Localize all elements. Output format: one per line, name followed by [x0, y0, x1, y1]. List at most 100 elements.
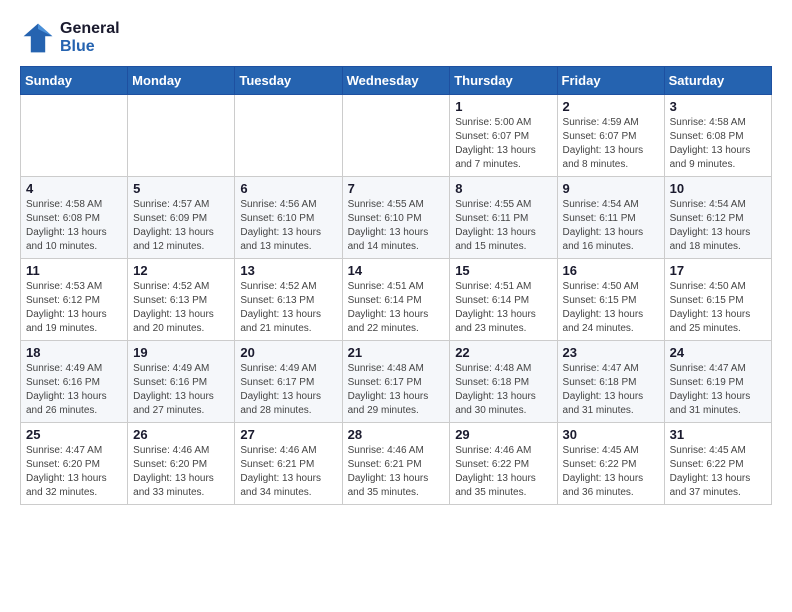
calendar-day-cell: 29 Sunrise: 4:46 AM Sunset: 6:22 PM Dayli…	[450, 423, 557, 505]
day-info: Sunrise: 4:46 AM Sunset: 6:21 PM Dayligh…	[240, 444, 336, 500]
calendar-day-cell: 19 Sunrise: 4:49 AM Sunset: 6:16 PM Dayli…	[128, 341, 235, 423]
calendar-day-cell: 5Sunrise: 4:57 AM Sunset: 6:09 PM Daylig…	[128, 177, 235, 259]
day-info: Sunrise: 4:47 AM Sunset: 6:19 PM Dayligh…	[670, 362, 766, 418]
day-info: Sunrise: 4:52 AM Sunset: 6:13 PM Dayligh…	[133, 280, 229, 336]
calendar-day-cell: 26 Sunrise: 4:46 AM Sunset: 6:20 PM Dayli…	[128, 423, 235, 505]
day-number: 9	[563, 181, 659, 196]
day-info: Sunrise: 4:46 AM Sunset: 6:20 PM Dayligh…	[133, 444, 229, 500]
weekday-header-row: SundayMondayTuesdayWednesdayThursdayFrid…	[21, 67, 772, 95]
day-info: Sunrise: 4:48 AM Sunset: 6:18 PM Dayligh…	[455, 362, 551, 418]
logo: General Blue	[20, 20, 120, 56]
day-info: Sunrise: 4:46 AM Sunset: 6:22 PM Dayligh…	[455, 444, 551, 500]
weekday-header: Sunday	[21, 67, 128, 95]
day-number: 29	[455, 427, 551, 442]
day-number: 19	[133, 345, 229, 360]
day-info: Sunrise: 4:49 AM Sunset: 6:16 PM Dayligh…	[133, 362, 229, 418]
calendar-day-cell: 9 Sunrise: 4:54 AM Sunset: 6:11 PM Daylig…	[557, 177, 664, 259]
day-number: 4	[26, 181, 122, 196]
day-info: Sunrise: 4:49 AM Sunset: 6:17 PM Dayligh…	[240, 362, 336, 418]
calendar-week-row: 4 Sunrise: 4:58 AM Sunset: 6:08 PM Daylig…	[21, 177, 772, 259]
calendar-day-cell: 16Sunrise: 4:50 AM Sunset: 6:15 PM Dayli…	[557, 259, 664, 341]
weekday-header: Thursday	[450, 67, 557, 95]
day-number: 21	[348, 345, 445, 360]
calendar-day-cell: 27 Sunrise: 4:46 AM Sunset: 6:21 PM Dayli…	[235, 423, 342, 505]
calendar-day-cell	[128, 95, 235, 177]
day-info: Sunrise: 4:55 AM Sunset: 6:10 PM Dayligh…	[348, 198, 445, 254]
day-info: Sunrise: 4:45 AM Sunset: 6:22 PM Dayligh…	[670, 444, 766, 500]
calendar-day-cell: 17 Sunrise: 4:50 AM Sunset: 6:15 PM Dayli…	[664, 259, 771, 341]
calendar-day-cell: 4 Sunrise: 4:58 AM Sunset: 6:08 PM Daylig…	[21, 177, 128, 259]
day-number: 24	[670, 345, 766, 360]
day-info: Sunrise: 4:48 AM Sunset: 6:17 PM Dayligh…	[348, 362, 445, 418]
day-number: 17	[670, 263, 766, 278]
day-number: 13	[240, 263, 336, 278]
calendar-day-cell: 28 Sunrise: 4:46 AM Sunset: 6:21 PM Dayli…	[342, 423, 450, 505]
calendar-day-cell: 30 Sunrise: 4:45 AM Sunset: 6:22 PM Dayli…	[557, 423, 664, 505]
day-number: 7	[348, 181, 445, 196]
day-number: 8	[455, 181, 551, 196]
calendar-day-cell	[21, 95, 128, 177]
day-info: Sunrise: 4:54 AM Sunset: 6:11 PM Dayligh…	[563, 198, 659, 254]
calendar-day-cell: 14Sunrise: 4:51 AM Sunset: 6:14 PM Dayli…	[342, 259, 450, 341]
day-number: 15	[455, 263, 551, 278]
day-number: 22	[455, 345, 551, 360]
day-info: Sunrise: 4:50 AM Sunset: 6:15 PM Dayligh…	[670, 280, 766, 336]
calendar-day-cell: 31 Sunrise: 4:45 AM Sunset: 6:22 PM Dayli…	[664, 423, 771, 505]
calendar-body: 1 Sunrise: 5:00 AM Sunset: 6:07 PM Daylig…	[21, 95, 772, 505]
day-info: Sunrise: 4:47 AM Sunset: 6:20 PM Dayligh…	[26, 444, 122, 500]
calendar-day-cell: 13 Sunrise: 4:52 AM Sunset: 6:13 PM Dayli…	[235, 259, 342, 341]
weekday-header: Monday	[128, 67, 235, 95]
day-info: Sunrise: 4:58 AM Sunset: 6:08 PM Dayligh…	[26, 198, 122, 254]
day-info: Sunrise: 4:45 AM Sunset: 6:22 PM Dayligh…	[563, 444, 659, 500]
day-info: Sunrise: 4:53 AM Sunset: 6:12 PM Dayligh…	[26, 280, 122, 336]
weekday-header: Saturday	[664, 67, 771, 95]
day-number: 30	[563, 427, 659, 442]
calendar-day-cell: 23 Sunrise: 4:47 AM Sunset: 6:18 PM Dayli…	[557, 341, 664, 423]
logo-icon	[20, 20, 56, 56]
day-info: Sunrise: 4:59 AM Sunset: 6:07 PM Dayligh…	[563, 116, 659, 172]
day-number: 26	[133, 427, 229, 442]
day-number: 5	[133, 181, 229, 196]
day-info: Sunrise: 4:50 AM Sunset: 6:15 PM Dayligh…	[563, 280, 659, 336]
day-info: Sunrise: 4:46 AM Sunset: 6:21 PM Dayligh…	[348, 444, 445, 500]
day-number: 1	[455, 99, 551, 114]
calendar-week-row: 25 Sunrise: 4:47 AM Sunset: 6:20 PM Dayli…	[21, 423, 772, 505]
day-number: 3	[670, 99, 766, 114]
calendar-day-cell: 10 Sunrise: 4:54 AM Sunset: 6:12 PM Dayli…	[664, 177, 771, 259]
calendar-day-cell: 20Sunrise: 4:49 AM Sunset: 6:17 PM Dayli…	[235, 341, 342, 423]
day-number: 18	[26, 345, 122, 360]
calendar-day-cell: 15 Sunrise: 4:51 AM Sunset: 6:14 PM Dayli…	[450, 259, 557, 341]
day-number: 31	[670, 427, 766, 442]
calendar-table: SundayMondayTuesdayWednesdayThursdayFrid…	[20, 66, 772, 505]
calendar-day-cell: 7 Sunrise: 4:55 AM Sunset: 6:10 PM Daylig…	[342, 177, 450, 259]
day-info: Sunrise: 4:47 AM Sunset: 6:18 PM Dayligh…	[563, 362, 659, 418]
day-info: Sunrise: 4:58 AM Sunset: 6:08 PM Dayligh…	[670, 116, 766, 172]
day-number: 27	[240, 427, 336, 442]
weekday-header: Tuesday	[235, 67, 342, 95]
calendar-day-cell: 21 Sunrise: 4:48 AM Sunset: 6:17 PM Dayli…	[342, 341, 450, 423]
day-number: 14	[348, 263, 445, 278]
calendar-day-cell: 24 Sunrise: 4:47 AM Sunset: 6:19 PM Dayli…	[664, 341, 771, 423]
calendar-day-cell: 6Sunrise: 4:56 AM Sunset: 6:10 PM Daylig…	[235, 177, 342, 259]
day-info: Sunrise: 4:52 AM Sunset: 6:13 PM Dayligh…	[240, 280, 336, 336]
day-number: 2	[563, 99, 659, 114]
calendar-header: SundayMondayTuesdayWednesdayThursdayFrid…	[21, 67, 772, 95]
calendar-day-cell: 25 Sunrise: 4:47 AM Sunset: 6:20 PM Dayli…	[21, 423, 128, 505]
calendar-day-cell: 1 Sunrise: 5:00 AM Sunset: 6:07 PM Daylig…	[450, 95, 557, 177]
day-number: 10	[670, 181, 766, 196]
calendar-day-cell: 22 Sunrise: 4:48 AM Sunset: 6:18 PM Dayli…	[450, 341, 557, 423]
logo-text: General Blue	[60, 20, 120, 56]
calendar-day-cell	[235, 95, 342, 177]
day-info: Sunrise: 5:00 AM Sunset: 6:07 PM Dayligh…	[455, 116, 551, 172]
day-info: Sunrise: 4:55 AM Sunset: 6:11 PM Dayligh…	[455, 198, 551, 254]
day-number: 28	[348, 427, 445, 442]
day-number: 23	[563, 345, 659, 360]
calendar-day-cell: 8 Sunrise: 4:55 AM Sunset: 6:11 PM Daylig…	[450, 177, 557, 259]
calendar-day-cell	[342, 95, 450, 177]
day-number: 6	[240, 181, 336, 196]
calendar-day-cell: 12Sunrise: 4:52 AM Sunset: 6:13 PM Dayli…	[128, 259, 235, 341]
weekday-header: Wednesday	[342, 67, 450, 95]
day-info: Sunrise: 4:51 AM Sunset: 6:14 PM Dayligh…	[455, 280, 551, 336]
day-number: 25	[26, 427, 122, 442]
day-info: Sunrise: 4:54 AM Sunset: 6:12 PM Dayligh…	[670, 198, 766, 254]
